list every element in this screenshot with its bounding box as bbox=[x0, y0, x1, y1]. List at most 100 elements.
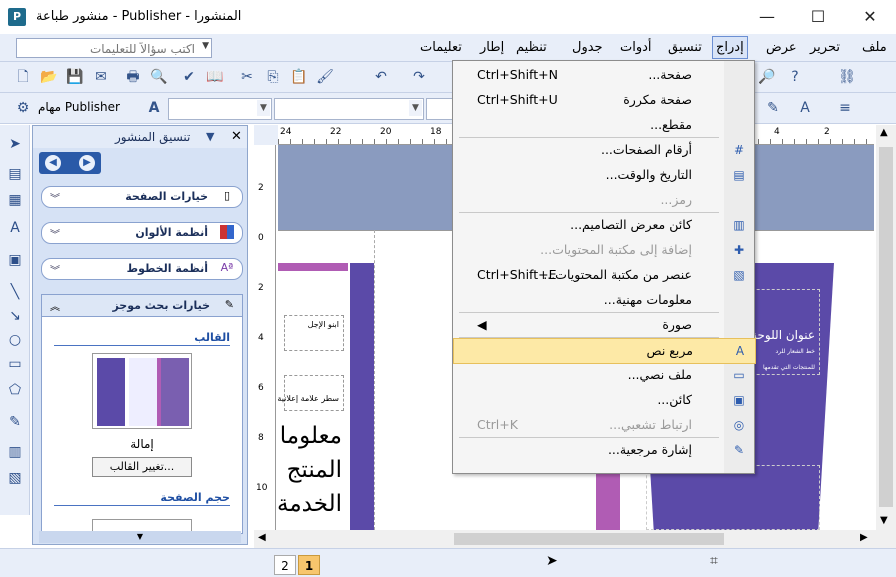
insert-menu-item[interactable]: كائن... ▣ bbox=[453, 388, 754, 412]
insert-menu-item[interactable]: أرقام الصفحات... # bbox=[453, 138, 754, 162]
insert-menu-item[interactable]: ارتباط تشعبي... Ctrl+K ◎ bbox=[453, 413, 754, 437]
task-pane-close-icon[interactable]: ✕ bbox=[231, 129, 242, 144]
menu-view[interactable]: عرض bbox=[766, 40, 797, 55]
picture-tool-icon[interactable]: ▣ bbox=[6, 251, 24, 269]
chevron-down-icon[interactable]: ︾ bbox=[50, 226, 60, 241]
line-tool-icon[interactable]: ╲ bbox=[6, 283, 24, 301]
menu-table[interactable]: جدول bbox=[572, 40, 603, 55]
hot-spot-tool-icon[interactable]: ✎ bbox=[6, 413, 24, 431]
text-box-tool-icon[interactable]: ▤ bbox=[6, 165, 24, 183]
menu-format[interactable]: تنسيق bbox=[668, 40, 702, 55]
insert-menu-item[interactable]: مربع نص A bbox=[453, 338, 756, 364]
insert-menu-item[interactable]: إضافة إلى مكتبة المحتويات... ✚ bbox=[453, 238, 754, 262]
spelling-icon[interactable]: ✔ bbox=[180, 68, 198, 86]
menu-tools[interactable]: أدوات bbox=[620, 40, 652, 55]
chevron-up-icon[interactable]: ︽ bbox=[50, 298, 60, 313]
tasks-icon[interactable]: ⚙ bbox=[14, 99, 32, 117]
section-page-options[interactable]: خيارات الصفحة ▯ ︾ bbox=[41, 186, 243, 208]
scroll-thumb[interactable] bbox=[879, 147, 893, 507]
email-icon[interactable]: ✉ bbox=[92, 68, 110, 86]
paste-icon[interactable]: 📋 bbox=[290, 68, 308, 86]
ask-question-input[interactable] bbox=[17, 40, 197, 58]
chevron-down-icon[interactable]: ▼ bbox=[202, 41, 209, 51]
insert-menu-item[interactable]: مقطع... bbox=[453, 113, 754, 137]
text-frame[interactable]: سطر علامة إعلانية bbox=[277, 375, 344, 411]
open-icon[interactable]: 📂 bbox=[40, 68, 58, 86]
font-size-combo[interactable] bbox=[426, 98, 454, 120]
page-tab-2[interactable]: 2 bbox=[274, 555, 296, 575]
template-thumbnail[interactable] bbox=[92, 353, 192, 429]
menu-frame[interactable]: إطار bbox=[480, 40, 504, 55]
menu-file[interactable]: ملف bbox=[862, 40, 887, 55]
chevron-down-icon[interactable]: ▼ bbox=[257, 100, 270, 116]
scroll-down-icon[interactable]: ▼ bbox=[880, 515, 888, 526]
ask-question-box[interactable]: ▼ bbox=[16, 38, 212, 58]
menu-insert[interactable]: إدراج bbox=[712, 36, 748, 59]
insert-menu-item[interactable]: عنصر من مكتبة المحتويات... Ctrl+Shift+E ▧ bbox=[453, 263, 754, 287]
back-icon[interactable]: ◀ bbox=[45, 155, 61, 171]
scroll-thumb[interactable] bbox=[454, 533, 724, 545]
insert-menu-item[interactable]: صورة ◀ bbox=[453, 313, 754, 337]
change-template-button[interactable]: تغيير القالب... bbox=[92, 457, 192, 477]
close-button[interactable]: ✕ bbox=[858, 6, 882, 28]
insert-menu-item[interactable]: معلومات مهنية... bbox=[453, 288, 754, 312]
copy-icon[interactable]: ⎘ bbox=[264, 68, 282, 86]
font-color-icon[interactable]: A bbox=[796, 99, 814, 117]
publisher-app-icon[interactable]: P bbox=[8, 8, 26, 26]
table-tool-icon[interactable]: ▦ bbox=[6, 191, 24, 209]
insert-menu-item[interactable]: كائن معرض التصاميم... ▥ bbox=[453, 213, 754, 237]
content-library-tool-icon[interactable]: ▧ bbox=[6, 469, 24, 487]
format-painter-icon[interactable]: 🖌 bbox=[316, 68, 334, 86]
insert-menu-item[interactable]: ملف نصي... ▭ bbox=[453, 363, 754, 387]
autoshapes-tool-icon[interactable]: ⬠ bbox=[6, 381, 24, 399]
oval-tool-icon[interactable]: ○ bbox=[6, 331, 24, 349]
forward-icon[interactable]: ▶ bbox=[79, 155, 95, 171]
insert-menu-item[interactable]: إشارة مرجعية... ✎ bbox=[453, 438, 754, 462]
line-style-icon[interactable]: ≡ bbox=[836, 99, 854, 117]
menu-arrange[interactable]: تنظيم bbox=[516, 40, 547, 55]
page-tab-1[interactable]: 1 bbox=[298, 555, 320, 575]
print-preview-icon[interactable]: 🔍 bbox=[150, 68, 168, 86]
horizontal-scrollbar[interactable]: ◀ ▶ bbox=[254, 530, 896, 548]
zoom-icon[interactable]: 🔎 bbox=[758, 68, 776, 86]
task-pane-scroll-down[interactable]: ▼ bbox=[39, 531, 241, 543]
rectangle-tool-icon[interactable]: ▭ bbox=[6, 355, 24, 373]
menu-edit[interactable]: تحرير bbox=[810, 40, 840, 55]
chevron-down-icon[interactable]: ▼ bbox=[409, 100, 422, 116]
research-icon[interactable]: 📖 bbox=[206, 68, 224, 86]
select-pointer-icon[interactable]: ➤ bbox=[6, 135, 24, 153]
link-icon[interactable]: ⛓ bbox=[838, 68, 856, 86]
bottom-frame[interactable] bbox=[646, 465, 820, 530]
chevron-down-icon[interactable]: ︾ bbox=[50, 190, 60, 205]
menu-help[interactable]: تعليمات bbox=[420, 40, 462, 55]
redo-icon[interactable]: ↷ bbox=[410, 68, 428, 86]
maximize-button[interactable]: ☐ bbox=[806, 6, 830, 28]
vertical-ruler[interactable]: 2 0 2 4 6 8 10 bbox=[254, 145, 276, 530]
scroll-up-icon[interactable]: ▲ bbox=[880, 127, 888, 138]
tasks-label[interactable]: مهام Publisher bbox=[38, 100, 120, 114]
minimize-button[interactable]: — bbox=[755, 6, 779, 28]
chevron-down-icon[interactable]: ︾ bbox=[50, 262, 60, 277]
section-font-schemes[interactable]: أنظمة الخطوط Aª ︾ bbox=[41, 258, 243, 280]
section-color-schemes[interactable]: أنظمة الألوان ︾ bbox=[41, 222, 243, 244]
arrow-tool-icon[interactable]: ↘ bbox=[6, 307, 24, 325]
wordart-tool-icon[interactable]: A bbox=[6, 219, 24, 237]
insert-menu-item[interactable]: التاريخ والوقت... ▤ bbox=[453, 163, 754, 187]
insert-menu-item[interactable]: رمز... bbox=[453, 188, 754, 212]
insert-menu-item[interactable]: صفحة مكررة Ctrl+Shift+U bbox=[453, 88, 754, 112]
styles-icon[interactable]: A bbox=[145, 99, 163, 117]
design-gallery-tool-icon[interactable]: ▥ bbox=[6, 443, 24, 461]
print-icon[interactable]: 🖶 bbox=[124, 68, 142, 86]
line-color-icon[interactable]: ✎ bbox=[764, 99, 782, 117]
undo-icon[interactable]: ↶ bbox=[372, 68, 390, 86]
help-icon[interactable]: ? bbox=[786, 68, 804, 86]
insert-menu-item[interactable]: صفحة... Ctrl+Shift+N bbox=[453, 63, 754, 87]
new-icon[interactable]: 🗋 bbox=[14, 68, 32, 86]
product-text-frame[interactable]: معلومات المنتج الخدمة bbox=[278, 415, 344, 530]
scroll-right-icon[interactable]: ▶ bbox=[860, 532, 868, 543]
save-icon[interactable]: 💾 bbox=[66, 68, 84, 86]
text-frame[interactable]: ابنو الإجل bbox=[284, 315, 344, 351]
scroll-left-icon[interactable]: ◀ bbox=[258, 532, 266, 543]
vertical-scrollbar[interactable]: ▲ ▼ bbox=[876, 125, 896, 530]
font-combo[interactable]: ▼ bbox=[274, 98, 424, 120]
